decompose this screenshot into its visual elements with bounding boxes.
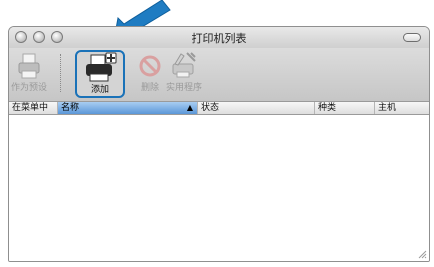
window-title: 打印机列表	[191, 32, 247, 45]
add-printer-label: 添加	[90, 85, 109, 95]
toolbar-separator	[60, 54, 61, 92]
column-header-in-menu[interactable]: 在菜单中	[9, 102, 58, 114]
make-default-button[interactable]: 作为预设	[9, 50, 49, 98]
printer-utility-button[interactable]: 实用程序	[161, 50, 207, 98]
column-header-name[interactable]: 名称 ▲	[58, 102, 198, 114]
toolbar: 作为预设 添加 删除 实用程序	[9, 48, 429, 102]
column-header-name-label: 名称	[61, 103, 80, 113]
resize-grip-icon[interactable]	[418, 250, 427, 259]
column-header-kind[interactable]: 种类	[315, 102, 375, 114]
printer-list-window: 打印机列表 作为预设 添加 删除 实用程序 在菜单中 名称 ▲ 状态 种类 主机	[8, 26, 430, 262]
title-bar[interactable]: 打印机列表	[9, 27, 429, 48]
column-header-status[interactable]: 状态	[198, 102, 315, 114]
printer-icon	[18, 53, 40, 79]
utility-tools-icon	[172, 52, 196, 78]
table-header: 在菜单中 名称 ▲ 状态 种类 主机	[9, 102, 429, 115]
add-printer-button[interactable]: 添加	[75, 50, 125, 98]
toolbar-toggle-button[interactable]	[403, 33, 421, 42]
printer-list[interactable]	[9, 115, 429, 261]
make-default-label: 作为预设	[10, 83, 47, 93]
sort-ascending-icon: ▲	[186, 103, 193, 112]
column-header-host[interactable]: 主机	[375, 102, 429, 114]
printer-utility-label: 实用程序	[165, 83, 202, 93]
add-printer-icon	[86, 52, 117, 82]
